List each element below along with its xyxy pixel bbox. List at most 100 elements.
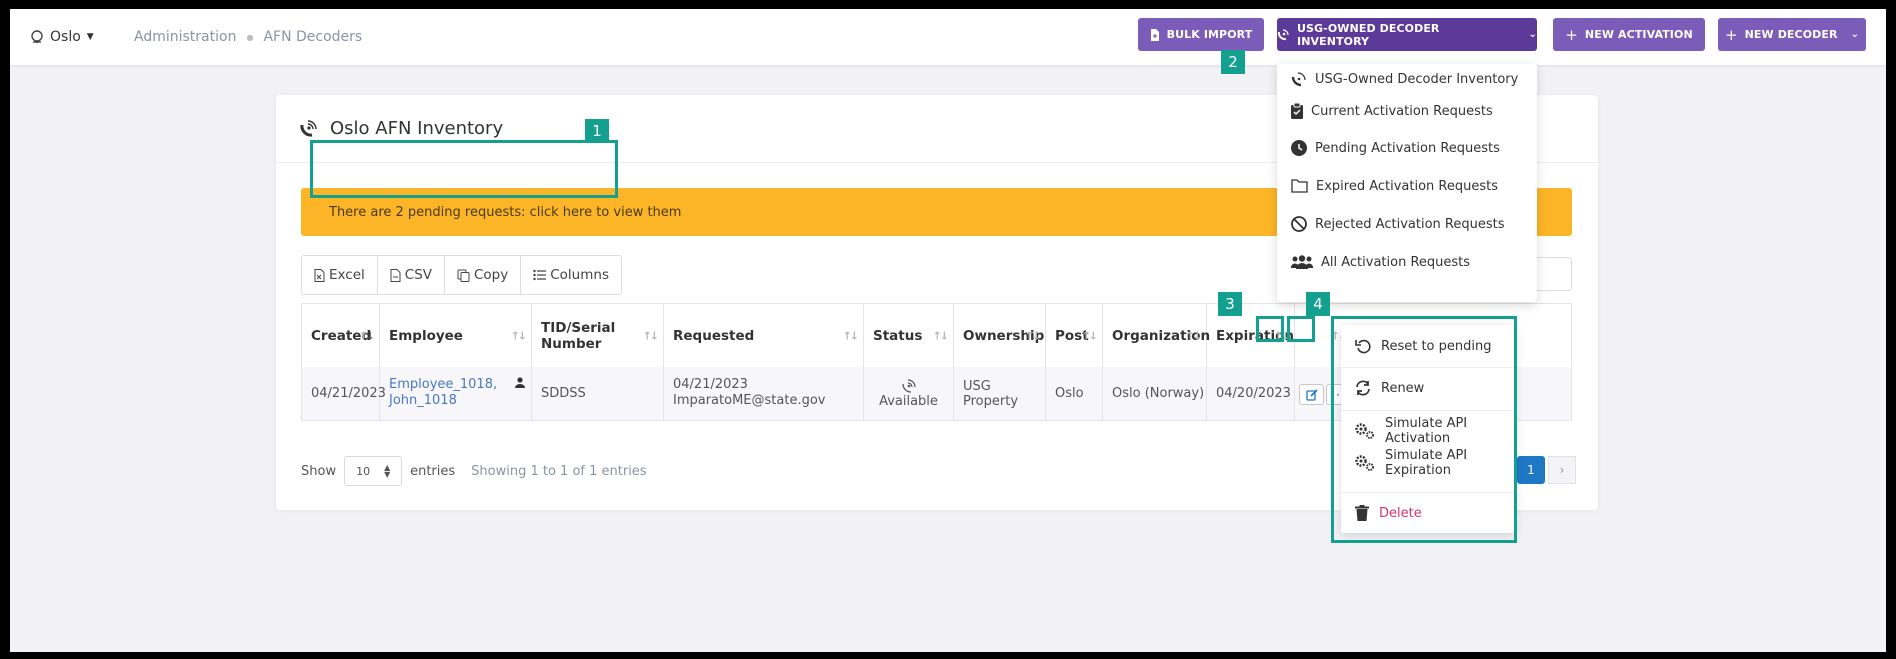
top-bar: Oslo ▼ Administration ● AFN Decoders BUL… xyxy=(10,9,1886,65)
new-activation-button[interactable]: + NEW ACTIVATION xyxy=(1553,18,1705,51)
breadcrumb-administration[interactable]: Administration xyxy=(134,29,236,45)
cell-status: Available xyxy=(864,367,954,420)
sort-icon: ↑↓ xyxy=(1185,329,1203,342)
next-page-button[interactable]: › xyxy=(1548,456,1576,484)
requested-date: 04/21/2023 xyxy=(673,377,748,392)
cell-requested: 04/21/2023 ImparatoME@state.gov xyxy=(664,367,864,420)
chevron-down-icon: ⌄ xyxy=(1528,29,1537,40)
excel-label: Excel xyxy=(329,267,365,283)
column-header-tid[interactable]: TID/Serial Number ↑↓ xyxy=(532,304,664,367)
employee-link[interactable]: Employee_1018, xyxy=(389,377,531,393)
csv-label: CSV xyxy=(404,267,432,283)
clock-icon xyxy=(1291,140,1307,156)
user-icon xyxy=(515,377,525,388)
search-input[interactable] xyxy=(1532,257,1572,291)
annotation-box-1 xyxy=(310,140,618,198)
menu-item-expired-requests[interactable]: Expired Activation Requests xyxy=(1291,174,1498,198)
column-header-organization[interactable]: Organization ↑↓ xyxy=(1103,304,1210,367)
annotation-label-2: 2 xyxy=(1221,50,1245,74)
export-button-group: Excel CSV Copy Columns xyxy=(301,255,622,295)
chevron-down-icon[interactable]: ⌄ xyxy=(1851,29,1859,40)
folder-icon xyxy=(1291,179,1308,193)
excel-button[interactable]: Excel xyxy=(302,256,378,294)
columns-label: Columns xyxy=(550,267,609,283)
location-label: Oslo xyxy=(50,29,81,45)
breadcrumb-separator: ● xyxy=(246,32,254,42)
page-title: Oslo AFN Inventory xyxy=(300,113,503,143)
sort-icon: ▲ ▼ xyxy=(384,463,391,479)
cell-employee: Employee_1018, John_1018 xyxy=(380,367,532,420)
edit-icon xyxy=(1305,388,1318,401)
copy-label: Copy xyxy=(474,267,509,283)
copy-icon xyxy=(457,269,470,282)
new-decoder-label: NEW DECODER xyxy=(1744,28,1838,41)
entries-label: entries xyxy=(410,463,456,479)
file-import-icon xyxy=(1150,28,1160,41)
cell-post: Oslo xyxy=(1046,367,1103,420)
sort-icon: ↑↓ xyxy=(1081,329,1099,342)
columns-button[interactable]: Columns xyxy=(521,256,621,294)
bulk-import-button[interactable]: BULK IMPORT xyxy=(1138,18,1264,51)
cell-organization: Oslo (Norway) xyxy=(1103,367,1207,420)
card-title: Oslo AFN Inventory xyxy=(330,117,504,139)
inventory-dropdown-button[interactable]: USG-OWNED DECODER INVENTORY ⌄ xyxy=(1277,18,1537,51)
alert-text[interactable]: There are 2 pending requests: click here… xyxy=(329,205,681,220)
menu-item-rejected-requests[interactable]: Rejected Activation Requests xyxy=(1291,212,1504,236)
sort-icon: ↑↓ xyxy=(842,329,860,342)
new-activation-label: NEW ACTIVATION xyxy=(1584,28,1693,41)
menu-item-all-requests[interactable]: All Activation Requests xyxy=(1291,250,1470,274)
menu-item-current-requests[interactable]: Current Activation Requests xyxy=(1291,99,1493,123)
table-footer: Show 10 ▲ ▼ entries Showing 1 to 1 of 1 e… xyxy=(301,455,647,487)
users-icon xyxy=(1291,255,1313,269)
globe-icon xyxy=(30,30,44,44)
column-header-created[interactable]: Created ↑↓ xyxy=(302,304,380,367)
cell-ownership: USG Property xyxy=(954,367,1046,420)
bulk-import-label: BULK IMPORT xyxy=(1166,28,1253,41)
page-size-select[interactable]: 10 ▲ ▼ xyxy=(344,456,403,486)
requested-by: ImparatoME@state.gov xyxy=(673,393,826,408)
column-header-post[interactable]: Post ↑↓ xyxy=(1046,304,1103,367)
show-label: Show xyxy=(301,463,337,479)
list-icon xyxy=(533,269,547,281)
csv-button[interactable]: CSV xyxy=(378,256,445,294)
plus-icon: + xyxy=(1565,25,1578,44)
plus-icon: + xyxy=(1724,25,1738,44)
edit-button[interactable] xyxy=(1299,384,1324,405)
satellite-dish-icon xyxy=(901,378,917,394)
menu-item-pending-requests[interactable]: Pending Activation Requests xyxy=(1291,136,1500,160)
annotation-box-4b xyxy=(1331,316,1517,543)
chevron-down-icon: ▼ xyxy=(86,32,94,42)
cell-expiration: 04/20/2023 xyxy=(1207,367,1295,420)
location-switcher[interactable]: Oslo ▼ xyxy=(30,25,94,49)
inventory-dropdown-menu: USG-Owned Decoder Inventory Current Acti… xyxy=(1277,64,1537,302)
inventory-label: USG-OWNED DECODER INVENTORY xyxy=(1297,21,1440,48)
file-csv-icon xyxy=(390,268,401,282)
annotation-label-4: 4 xyxy=(1306,292,1330,316)
file-excel-icon xyxy=(314,268,325,282)
employee-link[interactable]: John_1018 xyxy=(389,393,531,409)
breadcrumb-afn-decoders: AFN Decoders xyxy=(263,29,363,45)
satellite-dish-icon xyxy=(1291,71,1307,87)
column-header-status[interactable]: Status ↑↓ xyxy=(864,304,954,367)
app-window: Oslo ▼ Administration ● AFN Decoders BUL… xyxy=(10,9,1886,652)
sort-icon: ↑↓ xyxy=(358,329,376,342)
table-info: Showing 1 to 1 of 1 entries xyxy=(471,463,647,479)
annotation-label-1: 1 xyxy=(585,119,609,143)
new-decoder-button[interactable]: + NEW DECODER ⌄ xyxy=(1718,18,1866,51)
annotation-box-3 xyxy=(1256,316,1284,342)
column-header-requested[interactable]: Requested ↑↓ xyxy=(664,304,864,367)
page-button[interactable]: 1 xyxy=(1517,456,1545,484)
copy-button[interactable]: Copy xyxy=(445,256,522,294)
sort-icon: ↑↓ xyxy=(642,329,660,342)
cell-created: 04/21/2023 xyxy=(302,367,386,420)
cell-tid: SDDSS xyxy=(532,367,664,420)
column-header-ownership[interactable]: Ownership ↑↓ xyxy=(954,304,1046,367)
satellite-dish-icon xyxy=(300,119,318,137)
sort-icon: ↑↓ xyxy=(1024,329,1042,342)
breadcrumb: Administration ● AFN Decoders xyxy=(134,25,362,49)
annotation-label-3: 3 xyxy=(1218,292,1242,316)
satellite-dish-icon xyxy=(1277,28,1290,41)
menu-item-usg-owned-inventory[interactable]: USG-Owned Decoder Inventory xyxy=(1291,67,1518,91)
annotation-box-4a xyxy=(1287,316,1315,342)
column-header-employee[interactable]: Employee ↑↓ xyxy=(380,304,532,367)
